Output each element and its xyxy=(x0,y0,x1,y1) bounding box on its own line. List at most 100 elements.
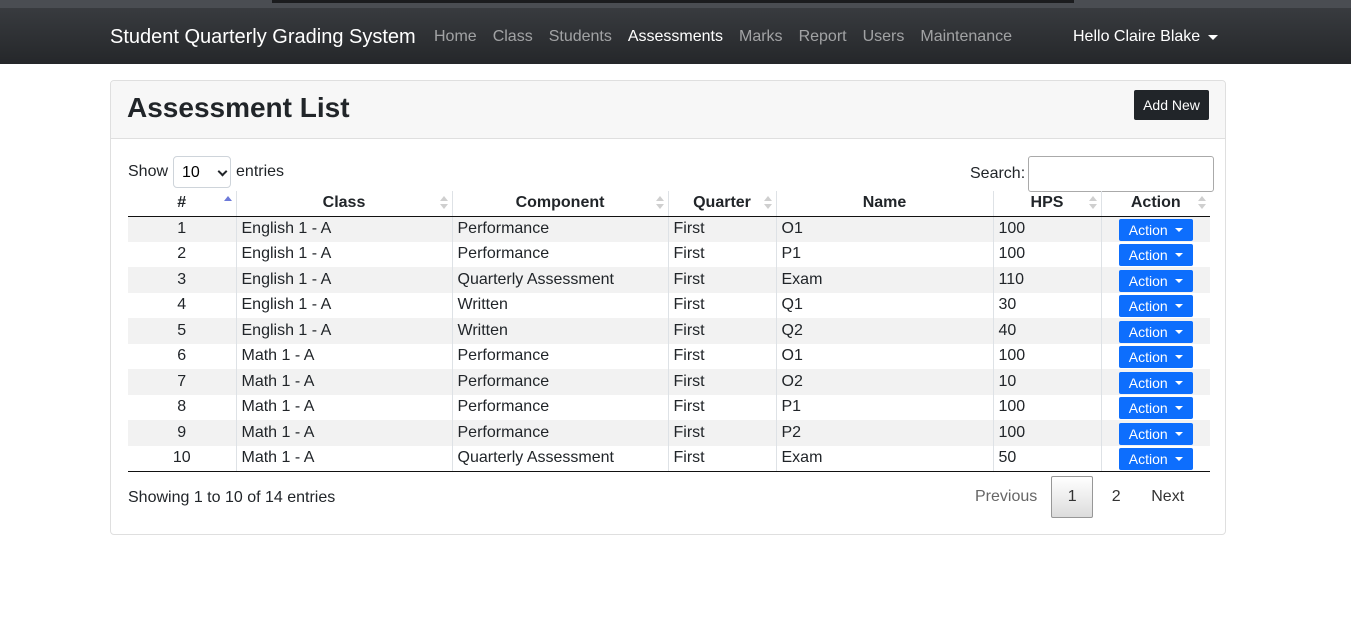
cell-hps: 10 xyxy=(992,369,1101,395)
cell-number: 6 xyxy=(177,347,187,365)
action-dropdown-button[interactable]: Action xyxy=(1118,295,1193,318)
action-dropdown-button[interactable]: Action xyxy=(1118,371,1193,394)
cell-action: Action xyxy=(1100,343,1210,369)
cell-class: English 1 - A xyxy=(235,292,452,318)
column-header-component[interactable]: Component xyxy=(451,191,668,217)
nav-home[interactable]: Home xyxy=(434,28,477,46)
cell-hps: 50 xyxy=(992,445,1101,472)
cell-number: 7 xyxy=(177,372,187,390)
search-label: Search: xyxy=(970,165,1026,182)
cell-class: Math 1 - A xyxy=(235,343,452,369)
browser-strip xyxy=(0,0,1351,8)
page-title: Assessment List xyxy=(127,92,350,123)
action-dropdown-button[interactable]: Action xyxy=(1118,397,1193,420)
sort-ascending-icon xyxy=(223,196,232,210)
cell-action: Action xyxy=(1100,267,1210,293)
cell-class: English 1 - A xyxy=(235,318,452,344)
action-label: Action xyxy=(1128,323,1168,340)
table-row: 6 Math 1 - A Performance First O1 100 Action xyxy=(128,343,1210,369)
nav-report[interactable]: Report xyxy=(799,28,847,46)
entries-select[interactable]: 10 xyxy=(173,156,232,188)
sort-icon xyxy=(1198,196,1206,210)
cell-component: Performance xyxy=(451,216,668,242)
cell-action: Action xyxy=(1100,394,1210,420)
assessment-table: # Class Component Quarter Name HPS Actio… xyxy=(128,191,1210,472)
cell-number: 8 xyxy=(177,398,187,416)
cell-quarter: First xyxy=(667,394,776,420)
add-new-button[interactable]: Add New xyxy=(1134,90,1209,120)
chevron-down-icon xyxy=(1174,431,1183,436)
cell-number: 3 xyxy=(177,270,187,288)
column-header-action[interactable]: Action xyxy=(1100,191,1210,217)
brand-title[interactable]: Student Quarterly Grading System xyxy=(110,26,416,49)
cell-quarter: First xyxy=(667,241,776,267)
column-header-quarter[interactable]: Quarter xyxy=(667,191,776,217)
show-label: Show xyxy=(128,163,169,180)
action-label: Action xyxy=(1128,451,1168,467)
action-label: Action xyxy=(1128,272,1168,289)
column-header-class[interactable]: Class xyxy=(235,191,452,217)
sort-icon xyxy=(763,196,772,210)
table-row: 5 English 1 - A Written First Q2 40 Action xyxy=(128,318,1210,344)
action-dropdown-button[interactable]: Action xyxy=(1118,219,1193,241)
column-header-hps[interactable]: HPS xyxy=(992,191,1101,217)
user-menu[interactable]: Hello Claire Blake xyxy=(1073,28,1219,46)
action-label: Action xyxy=(1128,247,1168,264)
cell-quarter: First xyxy=(667,318,776,344)
action-label: Action xyxy=(1128,349,1168,366)
next-page-button[interactable]: Next xyxy=(1139,476,1196,518)
action-dropdown-button[interactable]: Action xyxy=(1118,448,1193,470)
cell-component: Performance xyxy=(451,343,668,369)
action-dropdown-button[interactable]: Action xyxy=(1118,422,1193,445)
column-header-number[interactable]: # xyxy=(128,191,236,217)
cell-component: Quarterly Assessment xyxy=(451,267,668,293)
search-input[interactable] xyxy=(1028,156,1215,192)
cell-name: P2 xyxy=(775,420,993,446)
table-row: 10 Math 1 - A Quarterly Assessment First Exa… xyxy=(128,445,1210,472)
chevron-down-icon xyxy=(1174,228,1183,232)
chevron-down-icon xyxy=(1208,34,1219,40)
cell-number: 10 xyxy=(128,445,236,472)
cell-quarter: First xyxy=(667,267,776,293)
cell-class: English 1 - A xyxy=(235,267,452,293)
action-dropdown-button[interactable]: Action xyxy=(1118,320,1193,343)
nav-students[interactable]: Students xyxy=(549,28,612,46)
cell-action: Action xyxy=(1100,420,1210,446)
nav-users[interactable]: Users xyxy=(863,28,905,46)
cell-name: Q1 xyxy=(775,292,993,318)
chevron-down-icon xyxy=(1174,329,1183,334)
cell-action: Action xyxy=(1100,369,1210,395)
action-dropdown-button[interactable]: Action xyxy=(1118,269,1193,292)
table-row: 3 English 1 - A Quarterly Assessment First E… xyxy=(128,267,1210,293)
chevron-down-icon xyxy=(1174,278,1183,283)
sort-icon xyxy=(655,196,664,210)
previous-page-button[interactable]: Previous xyxy=(963,476,1049,518)
cell-name: O1 xyxy=(775,343,993,369)
cell-number: 2 xyxy=(177,245,187,263)
table-header-row: # Class Component Quarter Name HPS Actio… xyxy=(128,191,1210,217)
page-button-1[interactable]: 1 xyxy=(1051,476,1094,518)
cell-hps: 100 xyxy=(992,343,1101,369)
nav-class[interactable]: Class xyxy=(493,28,533,46)
table-row: 7 Math 1 - A Performance First O2 10 Action xyxy=(128,369,1210,395)
sort-icon xyxy=(1088,196,1097,210)
nav-assessments[interactable]: Assessments xyxy=(628,28,723,46)
column-header-name[interactable]: Name xyxy=(775,191,993,217)
cell-hps: 110 xyxy=(992,267,1101,293)
cell-number: 5 xyxy=(177,321,187,339)
cell-component: Performance xyxy=(451,420,668,446)
cell-hps: 100 xyxy=(992,420,1101,446)
cell-name: Q2 xyxy=(775,318,993,344)
cell-component: Written xyxy=(451,318,668,344)
page-button-2[interactable]: 2 xyxy=(1093,476,1139,518)
nav-maintenance[interactable]: Maintenance xyxy=(920,28,1012,46)
cell-number: 1 xyxy=(177,220,187,237)
cell-quarter: First xyxy=(667,369,776,395)
table-row: 8 Math 1 - A Performance First P1 100 Action xyxy=(128,394,1210,420)
action-dropdown-button[interactable]: Action xyxy=(1118,346,1193,369)
chevron-down-icon xyxy=(1174,406,1183,411)
cell-number: 9 xyxy=(177,423,187,441)
action-label: Action xyxy=(1128,400,1168,417)
nav-marks[interactable]: Marks xyxy=(739,28,783,46)
action-dropdown-button[interactable]: Action xyxy=(1118,244,1193,267)
